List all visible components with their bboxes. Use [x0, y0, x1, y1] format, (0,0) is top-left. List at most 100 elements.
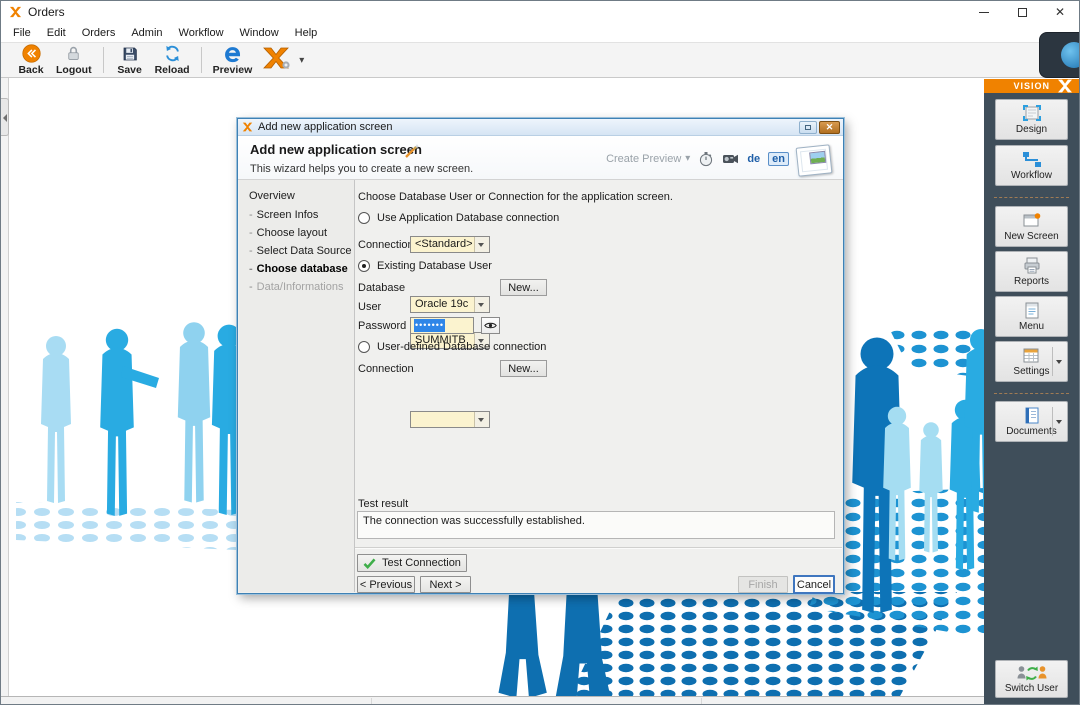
- menu-help[interactable]: Help: [287, 25, 326, 41]
- logout-button[interactable]: Logout: [51, 43, 97, 77]
- dialog-maximize-button[interactable]: [799, 121, 817, 134]
- menu-workflow[interactable]: Workflow: [171, 25, 232, 41]
- close-button[interactable]: ✕: [1041, 1, 1079, 23]
- steps-overview-label: Overview: [249, 190, 295, 202]
- camera-icon[interactable]: [722, 152, 739, 166]
- sidebar-workflow-button[interactable]: Workflow: [995, 145, 1068, 186]
- cancel-button[interactable]: Cancel: [793, 575, 835, 594]
- database-combobox[interactable]: Oracle 19c: [410, 296, 490, 313]
- language-de-link[interactable]: de: [747, 153, 760, 165]
- minimize-button[interactable]: [965, 1, 1003, 23]
- toolbar-separator: [102, 47, 104, 73]
- back-button[interactable]: Back: [11, 43, 51, 77]
- step-select-data-source[interactable]: - Select Data Source: [249, 245, 351, 257]
- language-en-selected[interactable]: en: [768, 151, 789, 166]
- visionx-menu-button[interactable]: [257, 43, 297, 77]
- logout-lock-icon: [64, 44, 83, 63]
- wizard-steps-panel: Overview - Screen Infos - Choose layout -S…: [239, 180, 355, 592]
- visionx-x-gear-icon: [262, 47, 292, 70]
- settings-icon: [1023, 348, 1038, 363]
- test-result-label: Test result: [358, 498, 409, 510]
- database-label: Database: [358, 282, 406, 294]
- form-instruction: Choose Database User or Connection for t…: [358, 191, 673, 203]
- visionx-sidebar: VISION Design Workflow New Screen Report…: [984, 32, 1079, 704]
- save-icon: [121, 44, 139, 63]
- menu-edit[interactable]: Edit: [39, 25, 74, 41]
- dialog-header-title: Add new application screen: [250, 142, 422, 157]
- finish-button: Finish: [738, 576, 788, 593]
- radio-app-db-connection[interactable]: Use Application Database connection: [358, 212, 559, 224]
- timer-icon[interactable]: [698, 151, 714, 167]
- sidebar-reports-button[interactable]: Reports: [995, 251, 1068, 292]
- add-screen-dialog: Add new application screen ✕ Add new app…: [237, 118, 844, 594]
- sidebar-buttons: Design Workflow New Screen Reports Menu …: [984, 93, 1079, 704]
- dialog-header: Add new application screen This wizard h…: [238, 136, 843, 180]
- connection-combobox[interactable]: <Standard>: [410, 236, 490, 253]
- step-choose-database[interactable]: - Choose database: [249, 263, 348, 275]
- maximize-button[interactable]: [1003, 1, 1041, 23]
- sidebar-design-button[interactable]: Design: [995, 99, 1068, 140]
- connection2-label: Connection: [358, 363, 414, 375]
- connection2-new-button[interactable]: New...: [500, 360, 547, 377]
- next-button[interactable]: Next >: [420, 576, 471, 593]
- menu-window[interactable]: Window: [232, 25, 287, 41]
- sidebar-settings-button[interactable]: Settings: [995, 341, 1068, 382]
- splitter-collapse-handle[interactable]: [1, 98, 9, 136]
- window-title: Orders: [28, 5, 65, 19]
- reload-button[interactable]: Reload: [150, 43, 195, 77]
- app-logo-x-icon: [9, 6, 22, 18]
- toolbar: Back Logout Save Reload Preview ▾: [1, 42, 1079, 78]
- database-new-button[interactable]: New...: [500, 279, 547, 296]
- eye-icon: [484, 322, 497, 329]
- reload-icon: [163, 44, 182, 63]
- form-divider: [355, 547, 842, 548]
- content-area: VISION Design Workflow New Screen Report…: [1, 32, 1079, 704]
- step-choose-layout[interactable]: - Choose layout: [249, 227, 327, 239]
- save-button[interactable]: Save: [110, 43, 150, 77]
- step-data-informations: - Data/Informations: [249, 281, 344, 293]
- create-preview-button[interactable]: Create Preview: [606, 153, 681, 165]
- radio-circle-icon: [358, 260, 370, 272]
- password-reveal-button[interactable]: [481, 317, 500, 334]
- password-value: •••••••: [414, 319, 446, 332]
- menu-bar: File Edit Orders Admin Workflow Window H…: [1, 23, 1079, 42]
- create-preview-chevron-icon[interactable]: ▾: [685, 153, 690, 164]
- preview-button[interactable]: Preview: [208, 43, 258, 77]
- documents-icon: [1025, 407, 1038, 424]
- toolbar-dropdown-chevron[interactable]: ▾: [299, 55, 304, 66]
- edge-preview-icon: [223, 44, 242, 63]
- new-screen-icon: [1023, 213, 1040, 227]
- visionx-header: VISION: [984, 79, 1079, 93]
- password-field[interactable]: •••••••: [410, 317, 474, 334]
- screen-preview-thumbnail-icon[interactable]: [795, 144, 833, 177]
- reports-icon: [1024, 257, 1039, 274]
- design-icon: [1022, 105, 1041, 121]
- toolbar-separator: [200, 47, 202, 73]
- sidebar-menu-button[interactable]: Menu: [995, 296, 1068, 337]
- connection2-combobox[interactable]: [410, 411, 490, 428]
- sidebar-switch-user-button[interactable]: Switch User: [995, 660, 1068, 698]
- window-titlebar: Orders ✕: [1, 1, 1079, 23]
- menu-admin[interactable]: Admin: [123, 25, 170, 41]
- previous-button[interactable]: < Previous: [357, 576, 415, 593]
- radio-existing-db-user[interactable]: Existing Database User: [358, 260, 492, 272]
- dialog-titlebar[interactable]: Add new application screen ✕: [238, 119, 843, 136]
- dialog-close-button[interactable]: ✕: [819, 121, 840, 134]
- radio-circle-icon: [358, 341, 370, 353]
- sidebar-new-screen-button[interactable]: New Screen: [995, 206, 1068, 247]
- left-splitter[interactable]: [1, 78, 9, 696]
- switch-user-icon: [1017, 665, 1046, 680]
- radio-user-defined-connection[interactable]: User-defined Database connection: [358, 341, 546, 353]
- password-label: Password: [358, 320, 407, 332]
- menu-icon: [1025, 302, 1038, 319]
- step-screen-infos[interactable]: - Screen Infos: [249, 209, 318, 221]
- menu-orders[interactable]: Orders: [74, 25, 124, 41]
- workflow-icon: [1022, 152, 1041, 167]
- dialog-subtitle: This wizard helps you to create a new sc…: [250, 163, 474, 175]
- visionx-collapse-handle[interactable]: [1039, 32, 1079, 78]
- menu-file[interactable]: File: [5, 25, 39, 41]
- sidebar-documents-button[interactable]: Documents: [995, 401, 1068, 442]
- radio-circle-icon: [358, 212, 370, 224]
- status-bar: [1, 696, 986, 704]
- test-connection-button[interactable]: Test Connection: [357, 554, 467, 572]
